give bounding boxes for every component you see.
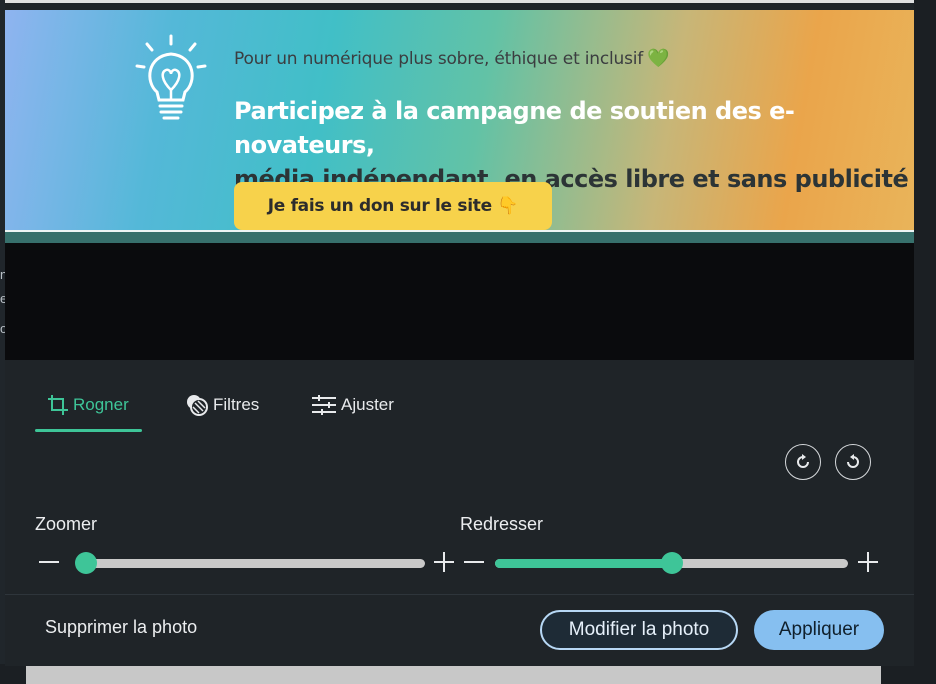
photo-preview bbox=[5, 243, 914, 360]
crop-icon bbox=[48, 395, 68, 415]
banner-headline-line-1: Participez à la campagne de soutien des … bbox=[234, 97, 795, 159]
apply-button[interactable]: Appliquer bbox=[754, 610, 884, 650]
tab-filters[interactable]: Filtres bbox=[185, 383, 259, 427]
tab-crop[interactable]: Rogner bbox=[47, 383, 129, 427]
rotate-counterclockwise-icon bbox=[847, 454, 859, 468]
banner-tagline: Pour un numérique plus sobre, éthique et… bbox=[234, 48, 670, 69]
zoom-out-icon[interactable] bbox=[38, 551, 60, 573]
lightbulb-icon bbox=[135, 34, 207, 120]
photo-editor-modal: Pour un numérique plus sobre, éthique et… bbox=[5, 0, 914, 666]
sliders-icon bbox=[312, 395, 336, 415]
rotate-clockwise-icon bbox=[797, 454, 809, 468]
horizontal-scrollbar[interactable] bbox=[26, 664, 881, 684]
straighten-slider[interactable] bbox=[495, 552, 848, 574]
filters-icon bbox=[187, 395, 208, 416]
tab-adjust[interactable]: Ajuster bbox=[311, 383, 394, 427]
straighten-label: Redresser bbox=[460, 514, 544, 534]
modal-top-border bbox=[5, 0, 914, 3]
donate-button[interactable]: Je fais un don sur le site 👇 bbox=[234, 182, 552, 230]
straighten-slider-thumb[interactable] bbox=[660, 552, 683, 574]
tab-adjust-label: Ajuster bbox=[341, 395, 394, 414]
tab-crop-label: Rogner bbox=[73, 395, 129, 414]
delete-photo-button[interactable]: Supprimer la photo bbox=[45, 617, 197, 638]
donation-banner: Pour un numérique plus sobre, éthique et… bbox=[5, 10, 914, 230]
rotate-right-button[interactable] bbox=[785, 444, 821, 480]
green-heart-icon: 💚 bbox=[647, 48, 670, 69]
background-page-right-edge: › bbox=[914, 0, 936, 684]
zoom-label: Zoomer bbox=[35, 514, 98, 534]
straighten-decrease-icon[interactable] bbox=[463, 551, 485, 573]
footer-divider bbox=[5, 594, 914, 595]
modify-photo-button[interactable]: Modifier la photo bbox=[540, 610, 738, 650]
zoom-in-icon[interactable] bbox=[433, 551, 455, 573]
zoom-slider-thumb[interactable] bbox=[75, 552, 97, 574]
straighten-increase-icon[interactable] bbox=[857, 551, 879, 573]
tab-filters-label: Filtres bbox=[213, 395, 260, 414]
zoom-slider[interactable] bbox=[75, 552, 425, 574]
straighten-slider-fill bbox=[495, 559, 672, 568]
active-tab-indicator bbox=[35, 429, 142, 432]
rotate-left-button[interactable] bbox=[835, 444, 871, 480]
banner-bottom-line bbox=[5, 230, 914, 232]
